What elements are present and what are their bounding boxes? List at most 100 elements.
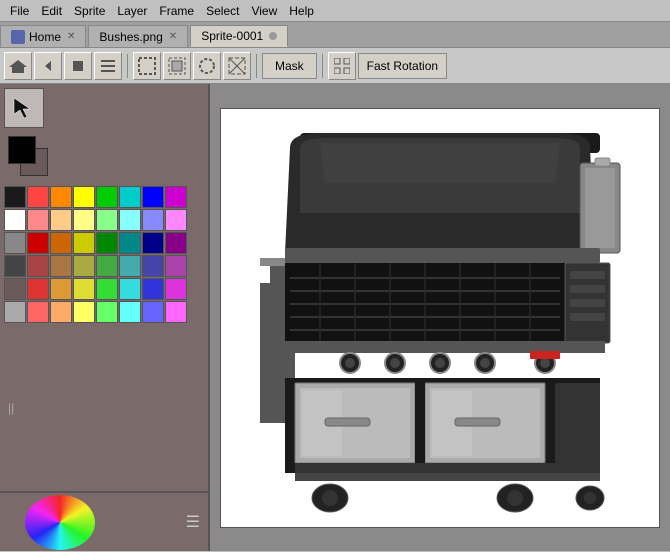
palette-cell-34[interactable]	[50, 278, 72, 300]
palette-cell-6[interactable]	[142, 186, 164, 208]
palette-cell-27[interactable]	[73, 255, 95, 277]
palette-cell-31[interactable]	[165, 255, 187, 277]
stop-btn[interactable]	[64, 52, 92, 80]
select-all-btn[interactable]	[163, 52, 191, 80]
palette-cell-22[interactable]	[142, 232, 164, 254]
palette-cell-11[interactable]	[73, 209, 95, 231]
menu-frame[interactable]: Frame	[153, 2, 200, 20]
tab-bushes-close[interactable]: ✕	[169, 31, 177, 42]
mask-label: Mask	[275, 59, 304, 73]
toolbar-sep-1	[127, 54, 128, 78]
tab-home-close[interactable]: ✕	[67, 31, 75, 42]
palette-cell-20[interactable]	[96, 232, 118, 254]
palette-cell-21[interactable]	[119, 232, 141, 254]
tab-home-label: Home	[29, 30, 61, 44]
palette-cell-8[interactable]	[4, 209, 26, 231]
palette-cell-40[interactable]	[4, 301, 26, 323]
palette-cell-45[interactable]	[119, 301, 141, 323]
palette-cell-39[interactable]	[165, 278, 187, 300]
palette-cell-24[interactable]	[4, 255, 26, 277]
palette-cell-2[interactable]	[50, 186, 72, 208]
palette-cell-30[interactable]	[142, 255, 164, 277]
prev-icon	[41, 59, 55, 73]
palette-cell-17[interactable]	[27, 232, 49, 254]
panel-menu-btn[interactable]: ☰	[178, 508, 208, 536]
tab-bushes[interactable]: Bushes.png ✕	[88, 25, 188, 47]
foreground-color-swatch[interactable]	[8, 136, 36, 164]
menu-btn[interactable]	[94, 52, 122, 80]
select-magic-icon	[228, 57, 246, 75]
stop-icon	[72, 60, 84, 72]
select-rect-btn[interactable]	[133, 52, 161, 80]
palette-cell-1[interactable]	[27, 186, 49, 208]
menu-layer[interactable]: Layer	[111, 2, 153, 20]
palette-cell-42[interactable]	[50, 301, 72, 323]
palette-cell-36[interactable]	[96, 278, 118, 300]
palette-cell-19[interactable]	[73, 232, 95, 254]
menu-view[interactable]: View	[245, 2, 283, 20]
mask-btn[interactable]: Mask	[262, 53, 317, 79]
palette-cell-4[interactable]	[96, 186, 118, 208]
grid-dots-btn[interactable]	[328, 52, 356, 80]
palette-cell-18[interactable]	[50, 232, 72, 254]
palette-cell-0[interactable]	[4, 186, 26, 208]
palette-cell-29[interactable]	[119, 255, 141, 277]
color-wheel[interactable]	[25, 495, 95, 550]
palette-cell-9[interactable]	[27, 209, 49, 231]
left-panel: || ☰	[0, 84, 210, 551]
select-lasso-btn[interactable]	[193, 52, 221, 80]
palette-cell-46[interactable]	[142, 301, 164, 323]
palette-cell-10[interactable]	[50, 209, 72, 231]
menu-file[interactable]: File	[4, 2, 35, 20]
palette-cell-12[interactable]	[96, 209, 118, 231]
palette-cell-44[interactable]	[96, 301, 118, 323]
palette-cell-7[interactable]	[165, 186, 187, 208]
tab-sprite-dot	[269, 32, 277, 40]
palette-cell-41[interactable]	[27, 301, 49, 323]
palette-cell-25[interactable]	[27, 255, 49, 277]
menu-help[interactable]: Help	[283, 2, 320, 20]
palette-cell-26[interactable]	[50, 255, 72, 277]
sprite-canvas	[240, 123, 640, 513]
canvas-area	[210, 84, 670, 551]
current-colors	[8, 136, 48, 176]
palette-grid	[4, 186, 204, 323]
tabs-bar: Home ✕ Bushes.png ✕ Sprite-0001	[0, 22, 670, 48]
palette-cell-38[interactable]	[142, 278, 164, 300]
palette-cell-13[interactable]	[119, 209, 141, 231]
palette-area	[0, 184, 208, 325]
palette-cell-16[interactable]	[4, 232, 26, 254]
palette-cell-3[interactable]	[73, 186, 95, 208]
select-all-icon	[168, 57, 186, 75]
select-rect-icon	[138, 57, 156, 75]
palette-cell-23[interactable]	[165, 232, 187, 254]
palette-cell-47[interactable]	[165, 301, 187, 323]
select-magic-btn[interactable]	[223, 52, 251, 80]
toolbar-left-group	[4, 52, 122, 80]
menu-edit[interactable]: Edit	[35, 2, 68, 20]
palette-cell-35[interactable]	[73, 278, 95, 300]
palette-cell-28[interactable]	[96, 255, 118, 277]
palette-cell-15[interactable]	[165, 209, 187, 231]
tab-home[interactable]: Home ✕	[0, 25, 86, 47]
menu-sprite[interactable]: Sprite	[68, 2, 111, 20]
menu-select[interactable]: Select	[200, 2, 245, 20]
color-wheel-area[interactable]	[0, 492, 120, 552]
toolbar-selection-group	[133, 52, 251, 80]
cursor-tool-btn[interactable]	[4, 88, 44, 128]
palette-cell-32[interactable]	[4, 278, 26, 300]
tab-sprite[interactable]: Sprite-0001	[190, 25, 288, 47]
prev-btn[interactable]	[34, 52, 62, 80]
palette-cell-43[interactable]	[73, 301, 95, 323]
main-area: || ☰	[0, 84, 670, 551]
palette-cell-37[interactable]	[119, 278, 141, 300]
palette-cell-14[interactable]	[142, 209, 164, 231]
grid-dots-icon	[334, 58, 350, 74]
palette-cell-5[interactable]	[119, 186, 141, 208]
fast-rotation-btn[interactable]: Fast Rotation	[358, 53, 447, 79]
cursor-icon	[12, 96, 36, 120]
palette-cell-33[interactable]	[27, 278, 49, 300]
menu-icon	[101, 60, 115, 72]
home-toolbar-btn[interactable]	[4, 52, 32, 80]
tools-area	[0, 84, 208, 132]
